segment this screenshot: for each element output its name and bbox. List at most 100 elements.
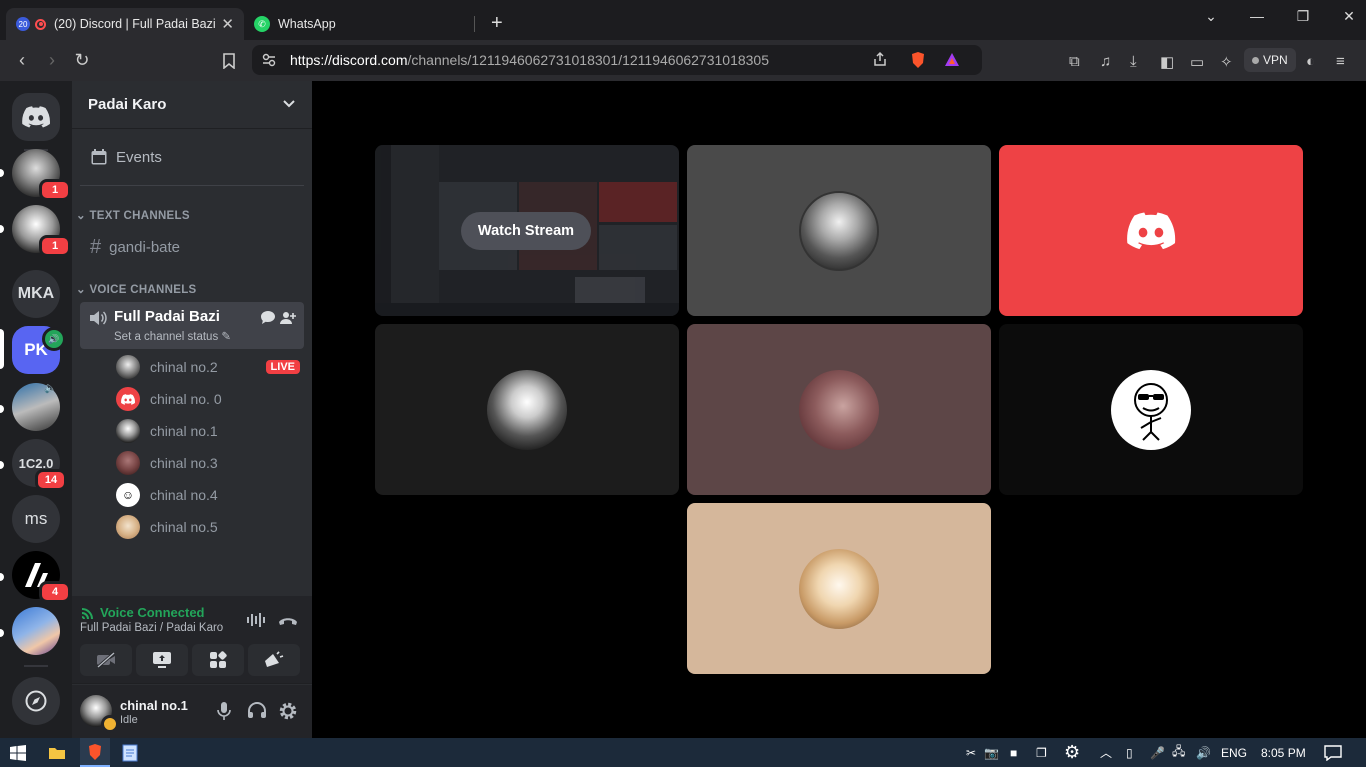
channel-gandi-bate[interactable]: # gandi-bate — [80, 231, 304, 263]
brave-taskbar-icon[interactable] — [80, 738, 110, 767]
camera-button[interactable] — [80, 644, 132, 676]
reload-icon[interactable]: ↻ — [67, 50, 97, 71]
voice-user[interactable]: chinal no.1 — [116, 417, 302, 445]
discover-button[interactable] — [12, 677, 60, 725]
participant-tile[interactable] — [375, 324, 679, 495]
events-label: Events — [116, 148, 162, 166]
voice-user-name: chinal no.4 — [150, 487, 218, 503]
server-label: ms — [24, 509, 48, 528]
share-screen-button[interactable] — [136, 644, 188, 676]
vpn-button[interactable]: VPN — [1244, 48, 1296, 72]
voice-user[interactable]: chinal no. 0 — [116, 385, 302, 413]
close-window-icon[interactable]: ✕ — [1326, 8, 1366, 25]
restore-icon[interactable]: ❐ — [1280, 8, 1326, 25]
stream-tile[interactable]: Watch Stream — [375, 145, 679, 316]
video-icon[interactable]: ■ — [1010, 738, 1017, 767]
sidebar-icon[interactable]: ◧ — [1160, 53, 1174, 71]
microphone-icon[interactable] — [216, 701, 232, 726]
brave-rewards-icon[interactable] — [944, 52, 960, 70]
menu-icon[interactable]: ≡ — [1336, 53, 1345, 70]
back-icon[interactable]: ‹ — [7, 50, 37, 71]
window-icon[interactable]: ❐ — [1036, 738, 1047, 767]
language-indicator[interactable]: ENG — [1221, 738, 1247, 767]
file-explorer-icon[interactable] — [48, 738, 66, 767]
category-label: TEXT CHANNELS — [89, 210, 190, 222]
server-mka[interactable]: MKA — [12, 270, 60, 318]
avatar — [799, 548, 879, 629]
camera-icon[interactable]: 📷 — [984, 738, 999, 767]
unread-pip — [0, 573, 4, 581]
camera-off-icon — [97, 652, 115, 668]
notifications-icon[interactable] — [1324, 738, 1342, 767]
microphone-tray-icon[interactable]: 🎤 — [1150, 738, 1165, 767]
headphones-icon[interactable] — [247, 701, 267, 724]
minimize-icon[interactable]: — — [1234, 8, 1280, 25]
screen-share-icon — [153, 652, 171, 668]
tab-title: WhatsApp — [278, 17, 336, 31]
voice-channels-category[interactable]: ⌄ VOICE CHANNELS — [76, 282, 197, 296]
wallet-icon[interactable]: ▭ — [1190, 53, 1204, 71]
unread-pip — [0, 225, 4, 233]
user-status: Idle — [120, 714, 138, 726]
username[interactable]: chinal no.1 — [120, 698, 188, 713]
participant-tile[interactable] — [687, 145, 991, 316]
snipping-tool-icon[interactable]: ✂ — [966, 738, 976, 767]
voice-channel-full-padai-bazi[interactable]: Full Padai Bazi Set a channel status ✎ — [80, 302, 304, 349]
category-label: VOICE CHANNELS — [89, 284, 197, 296]
avatar — [116, 515, 140, 539]
voice-user[interactable]: ☺ chinal no.4 — [116, 481, 302, 509]
volume-icon[interactable]: 🔊 — [1196, 738, 1211, 767]
events-item[interactable]: Events — [80, 139, 304, 175]
invite-icon[interactable] — [280, 310, 296, 331]
bookmark-icon[interactable] — [222, 53, 236, 73]
tab-badge: 20 — [16, 17, 30, 31]
participant-tile[interactable] — [687, 324, 991, 495]
guild-header[interactable]: Padai Karo — [72, 81, 312, 129]
activities-button[interactable] — [192, 644, 244, 676]
download-icon[interactable]: ⤓ — [1130, 53, 1137, 70]
voice-user[interactable]: chinal no.5 — [116, 513, 302, 541]
participant-tile[interactable] — [999, 145, 1303, 316]
tab-search-icon[interactable]: ⌄ — [1188, 8, 1234, 25]
site-settings-icon[interactable] — [262, 53, 276, 70]
clock[interactable]: 8:05 PM — [1261, 738, 1306, 767]
participant-tile[interactable] — [999, 324, 1303, 495]
channel-status[interactable]: Set a channel status ✎ — [114, 329, 231, 343]
server-ms[interactable]: ms — [12, 495, 60, 543]
url-field[interactable]: https://discord.com/channels/12119460627… — [252, 45, 982, 75]
new-tab-icon[interactable]: + — [491, 12, 503, 35]
share-icon[interactable] — [872, 51, 888, 70]
tab-whatsapp[interactable]: ✆ WhatsApp — [244, 8, 474, 40]
network-icon[interactable]: 🖧 — [1172, 738, 1185, 767]
soundboard-button[interactable] — [248, 644, 300, 676]
settings-icon[interactable]: ⚙ — [1064, 738, 1080, 767]
windows-start-icon[interactable] — [10, 738, 26, 767]
forward-icon[interactable]: › — [37, 50, 67, 71]
voice-connected-location[interactable]: Full Padai Bazi / Padai Karo — [80, 622, 223, 634]
brave-shields-icon[interactable] — [910, 51, 926, 72]
unread-pip — [0, 405, 4, 413]
noise-suppression-icon[interactable] — [246, 612, 266, 633]
home-button[interactable] — [12, 93, 60, 141]
profile-icon[interactable]: ◐ — [1306, 53, 1315, 70]
leo-ai-icon[interactable]: ✧ — [1220, 53, 1233, 71]
text-channels-category[interactable]: ⌄ TEXT CHANNELS — [76, 208, 190, 222]
close-tab-icon[interactable]: ✕ — [221, 15, 234, 33]
voice-user[interactable]: chinal no.2 LIVE — [116, 353, 302, 381]
voice-user[interactable]: chinal no.3 — [116, 449, 302, 477]
chat-icon[interactable] — [260, 310, 276, 330]
participant-tile[interactable] — [687, 503, 991, 674]
extensions-icon[interactable]: ⧉ — [1069, 53, 1080, 70]
media-icon[interactable]: ♫ — [1100, 53, 1111, 70]
watch-stream-button[interactable]: Watch Stream — [461, 212, 591, 250]
settings-gear-icon[interactable] — [278, 701, 298, 726]
avatar: ☺ — [116, 483, 140, 507]
unread-pip — [0, 169, 4, 177]
device-icon[interactable]: ▯ — [1126, 738, 1133, 767]
chevron-up-icon[interactable]: ︿ — [1100, 738, 1112, 767]
notepad-taskbar-icon[interactable] — [122, 738, 138, 767]
disconnect-icon[interactable] — [278, 613, 298, 631]
server-avatar-9[interactable] — [12, 607, 60, 655]
avatar — [116, 355, 140, 379]
tab-discord[interactable]: 20 (20) Discord | Full Padai Bazi ✕ — [6, 8, 244, 40]
